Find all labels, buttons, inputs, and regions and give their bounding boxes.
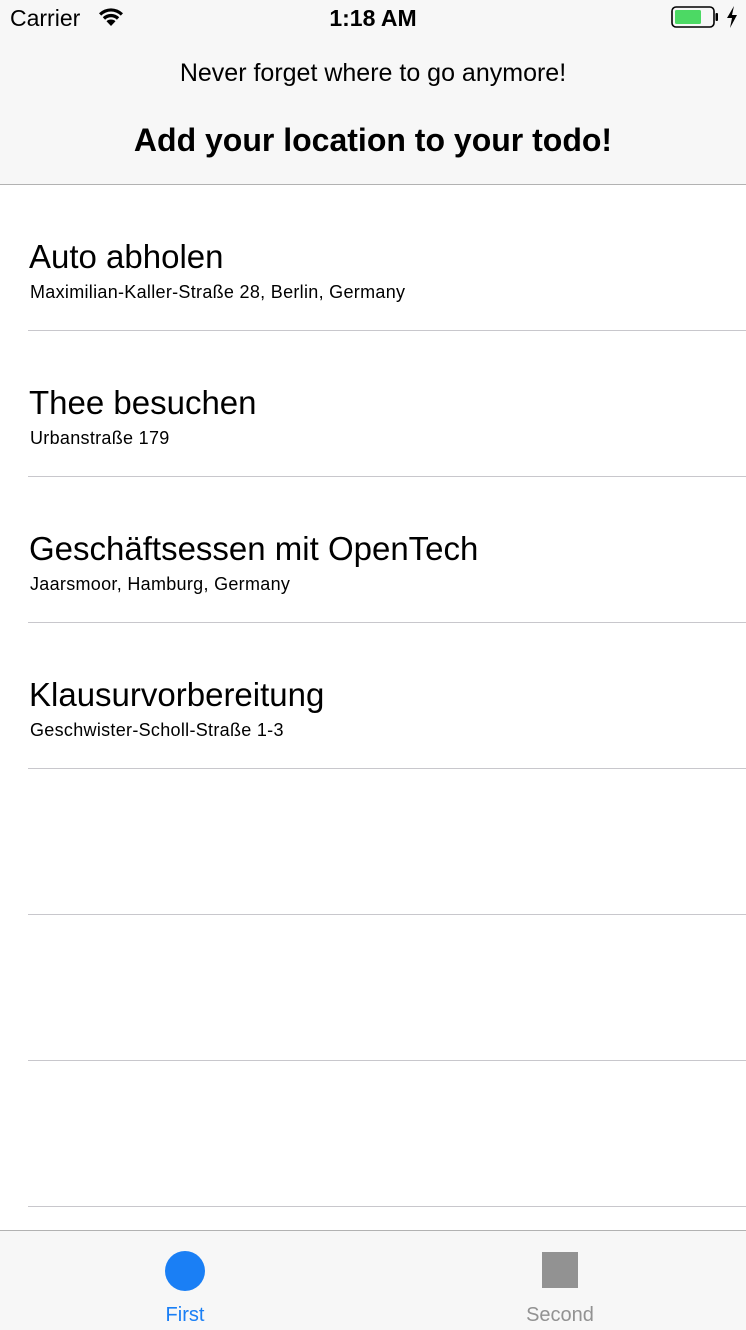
todo-title: Thee besuchen xyxy=(29,384,257,421)
battery-icon xyxy=(671,6,718,28)
todo-row[interactable]: Auto abholen Maximilian-Kaller-Straße 28… xyxy=(0,185,746,331)
tab-bar: First Second xyxy=(0,1230,746,1330)
charging-bolt-icon xyxy=(727,6,737,28)
status-time: 1:18 AM xyxy=(329,5,417,31)
todo-row[interactable]: Geschäftsessen mit OpenTech Jaarsmoor, H… xyxy=(0,477,746,623)
empty-row xyxy=(0,915,746,1061)
tab-second-label: Second xyxy=(526,1304,594,1326)
todo-location: Geschwister-Scholl-Straße 1-3 xyxy=(30,720,284,740)
todo-row[interactable]: Klausurvorbereitung Geschwister-Scholl-S… xyxy=(0,623,746,769)
square-icon xyxy=(542,1252,578,1288)
status-bar: Carrier 1:18 AM xyxy=(0,0,746,36)
todo-location: Jaarsmoor, Hamburg, Germany xyxy=(30,574,291,594)
app-screen: Carrier 1:18 AM Never forget where to go… xyxy=(0,0,746,1330)
todo-location: Urbanstraße 179 xyxy=(30,428,170,448)
top-header-area: Carrier 1:18 AM Never forget where to go… xyxy=(0,0,746,185)
todo-row[interactable]: Thee besuchen Urbanstraße 179 xyxy=(0,331,746,477)
page-title: Add your location to your todo! xyxy=(133,122,613,158)
empty-row xyxy=(0,1061,746,1207)
todo-title: Geschäftsessen mit OpenTech xyxy=(29,530,479,567)
empty-row xyxy=(0,769,746,915)
circle-icon xyxy=(165,1251,205,1291)
todo-title: Auto abholen xyxy=(29,238,224,275)
tab-first-label: First xyxy=(165,1304,205,1326)
todo-location: Maximilian-Kaller-Straße 28, Berlin, Ger… xyxy=(30,282,406,302)
todo-title: Klausurvorbereitung xyxy=(29,676,325,713)
header-subtitle: Never forget where to go anymore! xyxy=(179,59,567,87)
todo-list: Auto abholen Maximilian-Kaller-Straße 28… xyxy=(0,185,746,1207)
tab-first[interactable]: First xyxy=(85,1231,285,1330)
tab-second[interactable]: Second xyxy=(460,1231,660,1330)
